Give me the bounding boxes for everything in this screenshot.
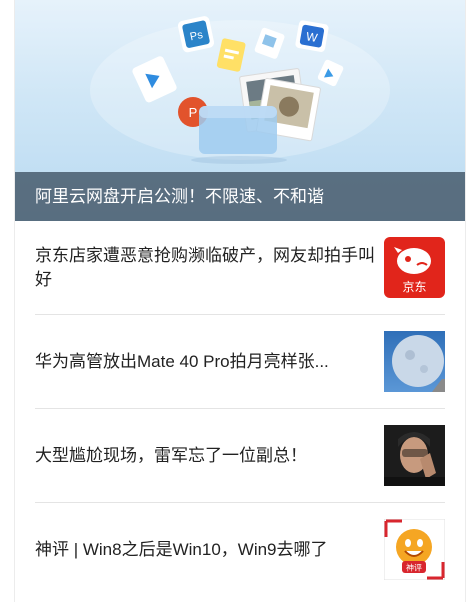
svg-text:京东: 京东 [402, 280, 426, 294]
smiley-logo-icon: 神评 [384, 519, 445, 580]
article-thumbnail[interactable]: 京东 [384, 237, 445, 298]
article-thumbnail[interactable] [384, 425, 445, 486]
person-photo-icon [384, 425, 445, 486]
svg-text:神评: 神评 [406, 563, 422, 573]
jd-logo-icon: 京东 [384, 237, 445, 298]
list-item[interactable]: 神评 | Win8之后是Win10，Win9去哪了 神评 [35, 503, 445, 597]
article-list: 京东店家遭恶意抢购濒临破产，网友却拍手叫好 京东 华为高管放出Mate 40 P… [15, 221, 465, 597]
news-card: Ps W P 阿里云网盘开启公测！不限速、不和谐 京东店家遭恶意抢购濒临破产，网… [14, 0, 466, 602]
article-thumbnail[interactable] [384, 331, 445, 392]
hero-caption[interactable]: 阿里云网盘开启公测！不限速、不和谐 [15, 172, 465, 221]
list-item[interactable]: 大型尴尬现场，雷军忘了一位副总！ [35, 409, 445, 503]
svg-text:P: P [189, 105, 198, 120]
article-title[interactable]: 华为高管放出Mate 40 Pro拍月亮样张... [35, 315, 380, 409]
hero-banner[interactable]: Ps W P 阿里云网盘开启公测！不限速、不和谐 [15, 0, 465, 221]
list-item[interactable]: 京东店家遭恶意抢购濒临破产，网友却拍手叫好 京东 [35, 221, 445, 315]
article-title[interactable]: 京东店家遭恶意抢购濒临破产，网友却拍手叫好 [35, 221, 380, 315]
article-title[interactable]: 大型尴尬现场，雷军忘了一位副总！ [35, 409, 380, 503]
article-title[interactable]: 神评 | Win8之后是Win10，Win9去哪了 [35, 503, 380, 597]
list-item[interactable]: 华为高管放出Mate 40 Pro拍月亮样张... [35, 315, 445, 409]
moon-photo-icon [384, 331, 445, 392]
article-thumbnail[interactable]: 神评 [384, 519, 445, 580]
